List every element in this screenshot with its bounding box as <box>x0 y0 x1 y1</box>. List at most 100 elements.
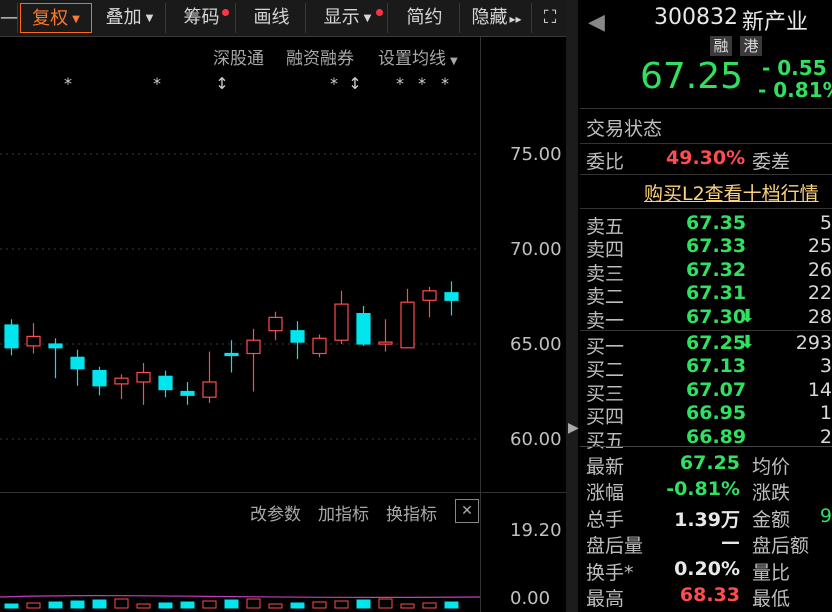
volume-bar <box>268 603 283 609</box>
panel-splitter[interactable] <box>566 0 578 612</box>
hide-button[interactable]: 隐藏 ▸▸ <box>462 3 532 33</box>
orderbook-row[interactable]: 卖四 67.33 25 <box>580 235 832 261</box>
candle-body[interactable] <box>378 341 393 345</box>
orderbook-row[interactable]: 买四 66.95 1 <box>580 402 832 428</box>
notification-dot-icon <box>222 9 229 16</box>
add-indicator-link[interactable]: 加指标 <box>318 500 369 525</box>
candle-body[interactable] <box>400 301 415 349</box>
stat-value: 9 <box>819 504 832 527</box>
candle-body[interactable] <box>4 324 19 349</box>
candle-body[interactable] <box>268 316 283 332</box>
candle-body[interactable] <box>422 290 437 301</box>
volume-ma-line <box>0 594 481 599</box>
candle-body[interactable] <box>70 356 85 370</box>
event-marker-icon[interactable]: ↕ <box>215 74 228 93</box>
orderbook-row[interactable]: 卖一 67.30 ⬇ 28 <box>580 306 832 332</box>
event-marker-icon[interactable]: * <box>441 74 449 93</box>
fuquan-dropdown[interactable]: 复权 ▼ <box>20 3 92 33</box>
event-marker-icon[interactable]: * <box>153 74 161 93</box>
orderbook-row[interactable]: 卖二 67.31 22 <box>580 282 832 308</box>
candle-body[interactable] <box>224 352 239 357</box>
orderbook-price: 67.31 <box>686 282 747 305</box>
orderbook-row[interactable]: 买二 67.13 3 <box>580 355 832 381</box>
trade-status-label: 交易状态 <box>586 118 663 140</box>
buy-l2-link[interactable]: 购买L2查看十档行情 <box>644 179 819 206</box>
draw-line-button[interactable]: 画线 <box>238 3 306 33</box>
candle-body[interactable] <box>334 303 349 341</box>
candle-body[interactable] <box>312 337 327 355</box>
divider <box>580 108 832 109</box>
display-label: 显示 <box>323 7 360 28</box>
stat-label: 最高 <box>586 588 625 610</box>
toolbar-minus-button[interactable]: — <box>0 3 18 33</box>
orderbook-volume: 293 <box>795 332 832 354</box>
candle-body[interactable] <box>290 330 305 343</box>
volume-bar <box>444 601 459 609</box>
orderbook-row[interactable]: 卖三 67.32 26 <box>580 259 832 285</box>
volume-bar <box>422 602 437 609</box>
stat-label: 最低 <box>752 588 791 610</box>
orderbook-row[interactable]: 买三 67.07 14 <box>580 378 832 405</box>
stat-row: 涨幅 -0.81% 涨跌 <box>580 478 832 504</box>
candle-body[interactable] <box>246 339 261 355</box>
candle-body[interactable] <box>92 370 107 387</box>
switch-indicator-link[interactable]: 换指标 <box>386 500 437 525</box>
candle-body[interactable] <box>136 371 151 383</box>
candle-body[interactable] <box>180 390 195 396</box>
orderbook-volume: 1 <box>819 402 832 425</box>
volume-bar <box>312 601 327 609</box>
volume-bars <box>0 594 481 609</box>
stat-value: 67.25 <box>679 452 740 474</box>
candle-body[interactable] <box>202 381 217 398</box>
price-level-label: 75.00 <box>510 144 562 165</box>
simple-button[interactable]: 简约 <box>390 3 460 33</box>
stock-name: 新产业 <box>742 10 809 35</box>
stat-label: 换手* <box>586 561 634 584</box>
volume-bar <box>202 600 217 609</box>
volume-bar <box>136 603 151 609</box>
fullscreen-button[interactable]: ⛶ <box>534 3 566 33</box>
close-indicator-icon[interactable]: ✕ <box>455 499 479 523</box>
orderbook-price: 66.89 <box>686 425 747 448</box>
expand-panel-icon[interactable]: ▶ <box>568 420 579 436</box>
candlestick-chart[interactable]: * * ↕ * ↕ * * * <box>0 37 566 612</box>
candle-body[interactable] <box>158 375 173 391</box>
volume-bar <box>180 601 195 609</box>
divider <box>580 330 832 331</box>
chips-label: 筹码 <box>183 7 220 28</box>
candle-body[interactable] <box>48 343 63 349</box>
fullscreen-icon: ⛶ <box>543 7 557 28</box>
candle-body[interactable] <box>26 335 41 347</box>
candle-body[interactable] <box>356 313 371 345</box>
event-marker-icon[interactable]: ↕ <box>348 74 361 93</box>
candle-body[interactable] <box>114 377 129 385</box>
orderbook-price: 67.25 <box>686 332 747 354</box>
weibi-value: 49.30% <box>666 147 746 169</box>
back-arrow-icon[interactable]: ◀ <box>588 10 605 35</box>
chevron-down-icon: ▼ <box>72 14 80 25</box>
display-dropdown[interactable]: 显示 ▼ <box>308 3 388 33</box>
event-marker-icon[interactable]: * <box>418 74 426 93</box>
stat-label: 盘后额 <box>752 535 810 558</box>
stat-label: 涨幅 <box>586 482 625 505</box>
candle-body[interactable] <box>444 292 459 301</box>
stat-label: 盘后量 <box>586 535 644 558</box>
event-marker-icon[interactable]: * <box>396 74 404 93</box>
stat-label: 均价 <box>752 456 791 478</box>
edit-params-link[interactable]: 改参数 <box>250 500 301 525</box>
chips-button[interactable]: 筹码 <box>168 3 236 33</box>
orderbook-price: 67.33 <box>686 235 747 258</box>
overlay-dropdown[interactable]: 叠加 ▼ <box>94 3 166 33</box>
stat-value: 68.33 <box>679 584 740 606</box>
orderbook-row[interactable]: 买一 67.25 ⬇ 293 <box>580 332 832 358</box>
overlay-label: 叠加 <box>105 7 142 28</box>
volume-bar <box>224 599 239 609</box>
event-marker-icon[interactable]: * <box>330 74 338 93</box>
stat-label: 量比 <box>752 561 791 584</box>
orderbook-row[interactable]: 卖五 67.35 5 <box>580 212 832 238</box>
volume-bar <box>334 600 349 609</box>
event-marker-icon[interactable]: * <box>64 74 72 93</box>
orderbook-price: 67.07 <box>686 378 747 401</box>
axis-divider <box>480 37 481 612</box>
volume-bar <box>114 598 129 609</box>
